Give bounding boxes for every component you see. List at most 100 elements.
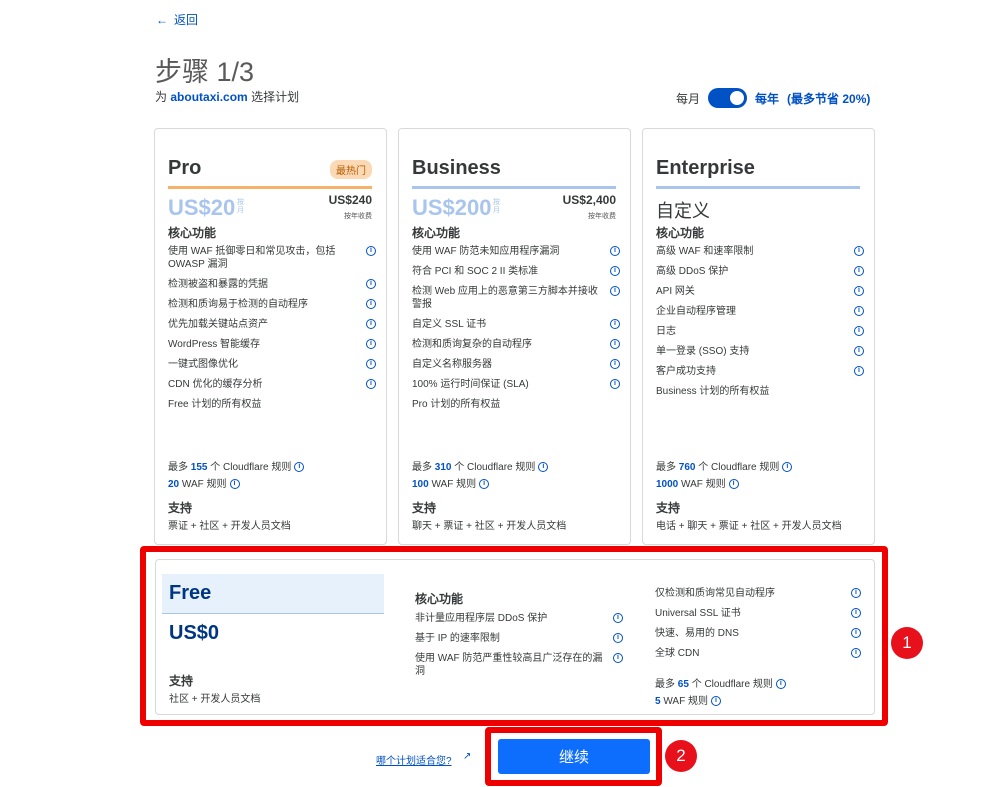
feature-text: 优先加载关键站点资产 <box>168 319 268 330</box>
feature-list: 高级 WAF 和速率限制 i 高级 DDoS 保护 i API 网关 i 企业自动程序… <box>656 245 864 405</box>
billing-toggle-group: 每月 每年 (最多节省 20%) <box>676 88 870 108</box>
info-icon[interactable]: i <box>610 339 620 349</box>
plan-divider <box>168 186 372 189</box>
rules-prefix: 最多 <box>656 462 676 473</box>
domain-name: aboutaxi.com <box>170 90 248 104</box>
billing-yearly-label[interactable]: 每年 <box>755 90 779 107</box>
rules-prefix: 最多 <box>412 462 432 473</box>
back-link[interactable]: ← 返回 <box>156 11 198 28</box>
page-title: 步骤 1/3 <box>155 57 255 87</box>
plan-card-enterprise[interactable]: Enterprise 自定义 核心功能 高级 WAF 和速率限制 i 高级 DDo… <box>642 128 875 545</box>
feature-item: 符合 PCI 和 SOC 2 II 类标准 i <box>412 265 620 278</box>
info-icon[interactable]: i <box>366 339 376 349</box>
feature-item: 单一登录 (SSO) 支持 i <box>656 345 864 358</box>
info-icon[interactable]: i <box>366 299 376 309</box>
includes-note: Free 计划的所有权益 <box>168 399 262 410</box>
info-icon[interactable]: i <box>366 359 376 369</box>
feature-item: 检测和质询复杂的自动程序 i <box>412 338 620 351</box>
back-label: 返回 <box>174 13 199 27</box>
info-icon[interactable]: i <box>366 246 376 256</box>
info-icon[interactable]: i <box>229 479 240 490</box>
core-features-title: 核心功能 <box>656 226 705 240</box>
info-icon[interactable]: i <box>610 266 620 276</box>
info-icon[interactable]: i <box>610 379 620 389</box>
core-features-title: 核心功能 <box>412 226 461 240</box>
subtitle-prefix: 为 <box>155 90 168 104</box>
waf-label: WAF 规则 <box>681 479 726 490</box>
info-icon[interactable]: i <box>854 346 864 356</box>
annotation-highlight-free <box>140 546 888 726</box>
feature-text: 使用 WAF 抵御零日和常见攻击，包括 OWASP 漏洞 <box>168 246 336 270</box>
info-icon[interactable]: i <box>854 326 864 336</box>
feature-item: 100% 运行时间保证 (SLA) i <box>412 378 620 391</box>
rules-suffix: 个 Cloudflare 规则 <box>698 462 780 473</box>
feature-item: CDN 优化的缓存分析 i <box>168 378 376 391</box>
page-subtitle: 为 aboutaxi.com 选择计划 <box>155 88 299 105</box>
support-title: 支持 <box>168 501 193 515</box>
billing-savings-label: (最多节省 20%) <box>787 91 871 106</box>
continue-button[interactable]: 继续 <box>498 739 650 774</box>
help-link[interactable]: 哪个计划适合您? <box>376 752 452 767</box>
info-icon[interactable]: i <box>610 319 620 329</box>
feature-item: 高级 WAF 和速率限制 i <box>656 245 864 258</box>
plan-divider <box>412 186 616 189</box>
feature-text: 自定义 SSL 证书 <box>412 319 487 330</box>
info-icon[interactable]: i <box>366 319 376 329</box>
support-text: 票证 + 社区 + 开发人员文档 <box>168 521 291 532</box>
info-icon[interactable]: i <box>610 286 620 296</box>
feature-text: 单一登录 (SSO) 支持 <box>656 346 750 357</box>
core-features-title: 核心功能 <box>168 226 217 240</box>
support-title: 支持 <box>656 501 681 515</box>
plan-yearly-note: 按年收费 <box>344 213 372 220</box>
plan-card-business[interactable]: Business US$200 按月 US$2,400 按年收费 核心功能 使用… <box>398 128 631 545</box>
includes-note: Business 计划的所有权益 <box>656 386 770 397</box>
feature-item: 使用 WAF 抵御零日和常见攻击，包括 OWASP 漏洞 i <box>168 245 376 271</box>
annotation-number-2: 2 <box>665 740 697 772</box>
plan-yearly-note: 按年收费 <box>588 213 616 220</box>
plan-name: Enterprise <box>656 157 755 179</box>
feature-item: 优先加载关键站点资产 i <box>168 318 376 331</box>
info-icon[interactable]: i <box>854 306 864 316</box>
info-icon[interactable]: i <box>479 479 490 490</box>
subtitle-suffix: 选择计划 <box>251 90 300 104</box>
feature-item: 日志 i <box>656 325 864 338</box>
feature-text: 使用 WAF 防范未知应用程序漏洞 <box>412 246 560 257</box>
plan-divider <box>656 186 860 189</box>
info-icon[interactable]: i <box>854 286 864 296</box>
includes-note: Pro 计划的所有权益 <box>412 399 501 410</box>
feature-item: 自定义 SSL 证书 i <box>412 318 620 331</box>
plan-price: US$200 <box>412 195 492 220</box>
external-link-icon: ↗ <box>463 751 472 762</box>
plan-name: Business <box>412 157 501 179</box>
feature-text: 客户成功支持 <box>656 366 716 377</box>
plan-price: US$20 <box>168 195 236 220</box>
feature-list: 使用 WAF 抵御零日和常见攻击，包括 OWASP 漏洞 i 检测被盗和暴露的凭据… <box>168 245 376 418</box>
rules-count: 310 <box>434 462 452 473</box>
info-icon[interactable]: i <box>538 462 549 473</box>
billing-toggle[interactable] <box>708 88 748 108</box>
feature-item: 检测 Web 应用上的恶意第三方脚本并接收警报 i <box>412 285 620 311</box>
rules-prefix: 最多 <box>168 462 188 473</box>
info-icon[interactable]: i <box>854 246 864 256</box>
info-icon[interactable]: i <box>854 266 864 276</box>
info-icon[interactable]: i <box>366 279 376 289</box>
info-icon[interactable]: i <box>728 479 739 490</box>
support-title: 支持 <box>412 501 437 515</box>
billing-monthly-label[interactable]: 每月 <box>676 90 700 107</box>
support-text: 电话 + 聊天 + 票证 + 社区 + 开发人员文档 <box>656 521 842 532</box>
feature-item: API 网关 i <box>656 285 864 298</box>
plan-yearly-price: US$2,400 <box>562 193 616 207</box>
feature-text: 检测和质询易于检测的自动程序 <box>168 299 308 310</box>
info-icon[interactable]: i <box>854 366 864 376</box>
info-icon[interactable]: i <box>610 359 620 369</box>
info-icon[interactable]: i <box>294 462 305 473</box>
feature-text: CDN 优化的缓存分析 <box>168 379 263 390</box>
info-icon[interactable]: i <box>366 379 376 389</box>
popular-badge: 最热门 <box>330 160 372 179</box>
info-icon[interactable]: i <box>782 462 793 473</box>
feature-text: 检测和质询复杂的自动程序 <box>412 339 532 350</box>
info-icon[interactable]: i <box>610 246 620 256</box>
support-text: 聊天 + 票证 + 社区 + 开发人员文档 <box>412 521 567 532</box>
plan-card-pro[interactable]: Pro 最热门 US$20 按月 US$240 按年收费 核心功能 使用 WAF… <box>154 128 387 545</box>
rules-suffix: 个 Cloudflare 规则 <box>454 462 536 473</box>
